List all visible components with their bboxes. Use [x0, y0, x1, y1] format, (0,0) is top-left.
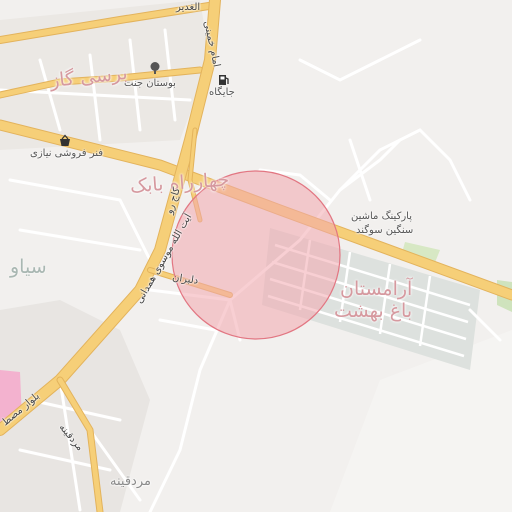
parking-label-line1: پارکینگ ماشین [351, 211, 412, 222]
tree-icon[interactable] [148, 61, 162, 75]
search-radius-circle[interactable] [171, 170, 341, 340]
fuel-pump-icon[interactable] [217, 73, 231, 87]
shop-label-far-forushi: فنر فروشی نیازی [30, 148, 104, 159]
shopping-basket-icon[interactable] [58, 134, 72, 148]
cemetery-label-line1: آرامستان [340, 278, 413, 300]
district-label-siyav: سیاو [10, 256, 47, 278]
district-label-mardqina: مردقینه [110, 474, 151, 489]
road-label-al-ghadir: الغدیر [176, 2, 201, 13]
cemetery-label-line2: باغ بهشت [334, 300, 413, 322]
map-view[interactable]: الغدیر امام خمینی بوستان جنت جایگاه برسی… [0, 0, 512, 512]
park-label-bustan-jannat: بوستان جنت [124, 78, 176, 89]
fuel-station-label: جایگاه [209, 87, 235, 98]
parking-label-line2: سنگین سوگند [356, 225, 414, 236]
